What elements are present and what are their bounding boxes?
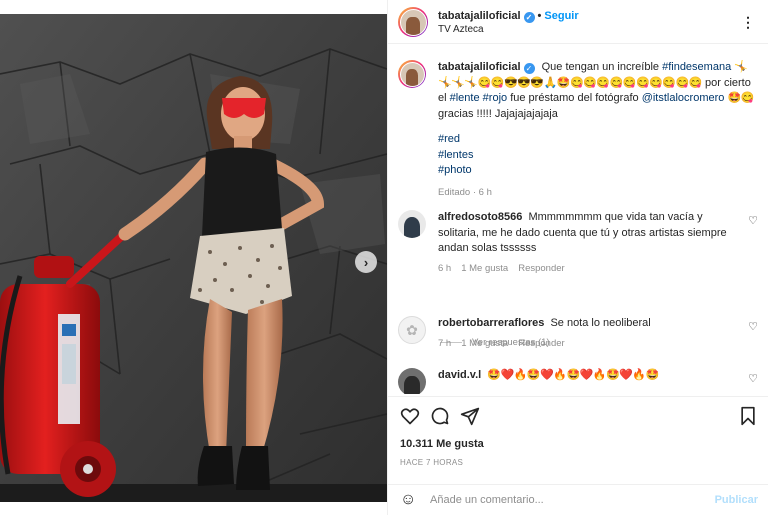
comment-bubble-icon[interactable] bbox=[430, 406, 450, 426]
mention-link[interactable]: @itstlalocromero bbox=[642, 92, 725, 104]
verified-badge-icon: ✓ bbox=[523, 63, 535, 74]
comment-username[interactable]: robertobarreraflores bbox=[438, 317, 544, 329]
comment-text: Se nota lo neoliberal bbox=[550, 317, 651, 329]
caption-body: tabatajaliloficial ✓ Que tengan un increí… bbox=[438, 60, 754, 200]
likes-count[interactable]: 10.311 Me gusta bbox=[400, 438, 484, 450]
caption-edited: Editado · 6 h bbox=[438, 185, 754, 201]
post-time[interactable]: HACE 7 HORAS bbox=[400, 458, 463, 467]
add-comment-bar: ☺ Publicar bbox=[388, 484, 768, 515]
author-subtitle[interactable]: TV Azteca bbox=[438, 24, 484, 35]
caption-edited-label: Editado · 6 h bbox=[438, 186, 492, 198]
publish-button[interactable]: Publicar bbox=[715, 494, 758, 506]
caption-hashtags: #red #lentes #photo bbox=[438, 132, 754, 179]
comment-username[interactable]: alfredosoto8566 bbox=[438, 211, 522, 223]
follow-button[interactable]: Seguir bbox=[544, 10, 578, 22]
like-comment-heart-icon[interactable]: ♡ bbox=[748, 372, 758, 385]
caption-item: tabatajaliloficial ✓ Que tengan un increí… bbox=[398, 60, 758, 200]
comment-meta: 7 h 1 Me gusta Responder bbox=[438, 336, 738, 352]
comments-list[interactable]: tabatajaliloficial ✓ Que tengan un increí… bbox=[388, 52, 768, 394]
caption-emojis: 🤩😋 bbox=[727, 92, 754, 104]
hashtag-link[interactable]: #lente bbox=[450, 92, 480, 104]
post-actions: 10.311 Me gusta HACE 7 HORAS bbox=[388, 396, 768, 476]
hashtag-link[interactable]: #red bbox=[438, 132, 754, 148]
hashtag-link[interactable]: #findesemana bbox=[662, 61, 731, 73]
comment-item: ✿ robertobarreraflores Se nota lo neolib… bbox=[398, 316, 758, 352]
separator: • bbox=[537, 10, 542, 22]
photo-illustration bbox=[0, 14, 387, 502]
next-photo-icon[interactable]: › bbox=[355, 251, 377, 273]
commenter-avatar[interactable] bbox=[398, 210, 426, 238]
like-heart-icon[interactable] bbox=[400, 406, 420, 426]
reply-button[interactable]: Responder bbox=[518, 338, 564, 349]
hashtag-link[interactable]: #photo bbox=[438, 163, 754, 179]
post-photo[interactable]: › bbox=[0, 14, 387, 502]
comment-username[interactable]: david.v.l bbox=[438, 369, 481, 381]
author-avatar[interactable] bbox=[398, 7, 428, 37]
verified-badge-icon: ✓ bbox=[523, 12, 535, 23]
comment-body: alfredosoto8566 Mmmmmmmm que vida tan va… bbox=[438, 210, 738, 276]
caption-text: fue préstamo del fotógrafo bbox=[510, 92, 639, 104]
emoji-smiley-icon[interactable]: ☺ bbox=[400, 492, 416, 508]
commenter-avatar[interactable]: ✿ bbox=[398, 316, 426, 344]
caption-avatar[interactable] bbox=[398, 60, 426, 88]
comment-time[interactable]: 7 h bbox=[438, 338, 451, 349]
hashtag-link[interactable]: #lentes bbox=[438, 148, 754, 164]
save-bookmark-icon[interactable] bbox=[738, 406, 758, 426]
comment-input[interactable] bbox=[430, 491, 690, 509]
author-username[interactable]: tabatajaliloficial bbox=[438, 10, 521, 22]
caption-username[interactable]: tabatajaliloficial bbox=[438, 61, 521, 73]
comment-text: 🤩❤️🔥🤩❤️🔥🤩❤️🔥🤩❤️🔥🤩 bbox=[487, 369, 659, 381]
caption-text: Que tengan un increíble bbox=[541, 61, 660, 73]
like-comment-heart-icon[interactable]: ♡ bbox=[748, 320, 758, 333]
post-header: tabatajaliloficial ✓ • Seguir TV Azteca ⋮ bbox=[388, 0, 768, 44]
like-comment-heart-icon[interactable]: ♡ bbox=[748, 214, 758, 227]
post-side-panel: tabatajaliloficial ✓ • Seguir TV Azteca ⋮ t… bbox=[387, 0, 768, 515]
comment-body: david.v.l 🤩❤️🔥🤩❤️🔥🤩❤️🔥🤩❤️🔥🤩 bbox=[438, 368, 738, 384]
instagram-post-view: › tabatajaliloficial ✓ • Seguir TV Azteca ⋮… bbox=[0, 0, 768, 515]
comment-time[interactable]: 6 h bbox=[438, 263, 451, 274]
share-send-icon[interactable] bbox=[460, 406, 480, 426]
reply-button[interactable]: Responder bbox=[518, 263, 564, 274]
hashtag-link[interactable]: #rojo bbox=[483, 92, 507, 104]
comment-item: david.v.l 🤩❤️🔥🤩❤️🔥🤩❤️🔥🤩❤️🔥🤩 ♡ bbox=[398, 368, 758, 394]
author-line: tabatajaliloficial ✓ • Seguir bbox=[438, 10, 579, 23]
comment-body: robertobarreraflores Se nota lo neoliber… bbox=[438, 316, 738, 351]
comment-likes[interactable]: 1 Me gusta bbox=[461, 263, 508, 274]
comment-item: alfredosoto8566 Mmmmmmmm que vida tan va… bbox=[398, 210, 758, 280]
more-horizontal-icon[interactable]: ⋮ bbox=[741, 14, 756, 31]
comment-meta: 6 h 1 Me gusta Responder bbox=[438, 261, 738, 277]
comment-likes[interactable]: 1 Me gusta bbox=[461, 338, 508, 349]
caption-text: gracias !!!!! Jajajajajajaja bbox=[438, 107, 558, 120]
commenter-avatar[interactable] bbox=[398, 368, 426, 394]
